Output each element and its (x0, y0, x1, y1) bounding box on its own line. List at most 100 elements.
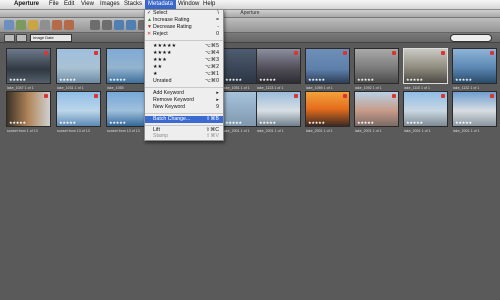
menu-edit[interactable]: Edit (64, 0, 74, 9)
menu-images[interactable]: Images (100, 0, 120, 9)
stack-badge (44, 94, 48, 98)
menu-item-2-stars[interactable]: ★★ ⌥⌘2 (145, 64, 223, 71)
loupe-icon[interactable] (90, 20, 100, 30)
rotate-left-icon[interactable] (52, 20, 62, 30)
thumbnail-selected[interactable]: ★★★★★ lake_1110 1 of 1 (403, 48, 448, 90)
menu-item-unrated[interactable]: Unrated ⌥⌘0 (145, 78, 223, 85)
rating-stars: ★★★★★ (259, 120, 276, 125)
toolbar (0, 18, 500, 33)
menu-item-increase-rating[interactable]: ▲ Increase Rating = (145, 17, 223, 24)
menu-file[interactable]: File (49, 0, 59, 9)
stack-badge (441, 94, 445, 98)
thumbnail-caption: sunset from 13 of 13 (107, 129, 140, 133)
menu-item-remove-keyword[interactable]: Remove Keyword ▸ (145, 97, 223, 104)
thumbnail[interactable]: ★★★★★ lake_1047 1 of 1 (6, 48, 51, 90)
thumbnail[interactable]: ★★★★★ lake_1031 1 of 1 (56, 48, 101, 90)
grid-view-button[interactable] (4, 34, 15, 42)
menu-item-select[interactable]: ✓ Select \ (145, 10, 223, 17)
thumbnail[interactable]: ★★★★★ sunset from 13 of 13 (56, 91, 101, 133)
window-title: Aperture (240, 10, 260, 16)
menu-item-stamp: Stamp ⇧⌘V (153, 133, 219, 139)
menu-item-reject[interactable]: ✕ Reject 0 (145, 31, 223, 38)
rating-stars: ★★★★★ (109, 77, 126, 82)
compare-icon[interactable] (102, 20, 112, 30)
metadata-menu: ✓ Select \ ▲ Increase Rating = ▼ Decreas… (144, 9, 224, 141)
menu-item-5-stars[interactable]: ★★★★★ ⌥⌘5 (145, 43, 223, 50)
thumbnail-caption: lake_1132 1 of 1 (453, 86, 480, 90)
import-icon[interactable] (28, 20, 38, 30)
stack-badge (490, 94, 494, 98)
reject-icon: ✕ (147, 31, 152, 37)
rating-stars: ★★★★★ (357, 120, 374, 125)
menu-window[interactable]: Window (178, 0, 199, 9)
rating-stars: ★★★★★ (455, 77, 472, 82)
up-arrow-icon: ▲ (147, 17, 152, 23)
menu-stacks[interactable]: Stacks (124, 0, 142, 9)
menu-item-batch-change[interactable]: Batch Change... ⇧⌘B (145, 116, 223, 123)
menu-item-1-star[interactable]: ★ ⌥⌘1 (145, 71, 223, 78)
thumbnail-caption: lake_1051 1 of 1 (223, 86, 250, 90)
light-table-icon[interactable] (114, 20, 124, 30)
thumbnail-caption: lake_2001 1 of 1 (257, 129, 284, 133)
new-album-icon[interactable] (16, 20, 26, 30)
thumbnail[interactable]: ★★★★★ lake_2001 1 of 1 (452, 91, 497, 133)
thumbnail-caption: lake_2001 1 of 1 (404, 129, 431, 133)
thumbnail[interactable]: ★★★★★ lake_2001 1 of 1 (305, 91, 350, 133)
thumbnail[interactable]: ★★★★★ lake_2001 1 of 1 (403, 91, 448, 133)
menu-item-decrease-rating[interactable]: ▼ Decrease Rating - (145, 24, 223, 31)
stack-badge (343, 94, 347, 98)
thumbnail-caption: lake_2001 1 of 1 (306, 129, 333, 133)
stack-badge (94, 94, 98, 98)
rating-stars: ★★★★★ (308, 77, 325, 82)
rating-stars: ★★★★★ (225, 77, 242, 82)
thumbnail-caption: lake_1110 1 of 1 (404, 86, 431, 90)
rating-stars: ★★★★★ (59, 120, 76, 125)
menu-view[interactable]: View (81, 0, 94, 9)
stack-badge (490, 51, 494, 55)
submenu-arrow-icon: ▸ (216, 90, 219, 96)
fullscreen-icon[interactable] (126, 20, 136, 30)
stack-badge (392, 94, 396, 98)
thumbnail[interactable]: ★★★★★ lake_2001 1 of 1 (354, 91, 399, 133)
thumbnail-caption: lake_1123 1 of 1 (257, 86, 284, 90)
rating-stars: ★★★★★ (308, 120, 325, 125)
stack-badge (94, 51, 98, 55)
thumbnail[interactable]: ★★★★★ sunset from 1 of 13 (6, 91, 51, 133)
checkmark-icon: ✓ (147, 10, 152, 16)
down-arrow-icon: ▼ (147, 24, 152, 30)
stack-icon[interactable] (40, 20, 50, 30)
menu-separator (145, 113, 223, 114)
thumbnail-caption: lake_1089 1 of 1 (306, 86, 333, 90)
list-view-button[interactable] (16, 34, 27, 42)
sort-select[interactable]: Image Date (30, 34, 72, 42)
menu-aperture[interactable]: Aperture (14, 0, 39, 9)
stack-badge (294, 51, 298, 55)
rating-stars: ★★★★★ (259, 77, 276, 82)
thumbnail[interactable]: ★★★★★ lake_1089 1 of 1 (305, 48, 350, 90)
thumbnail-caption: lake_1047 1 of 1 (7, 86, 34, 90)
rating-stars: ★★★★★ (9, 77, 26, 82)
thumbnail[interactable]: ★★★★★ lake_2001 1 of 1 (256, 91, 301, 133)
menu-metadata[interactable]: Metadata (145, 0, 177, 9)
new-project-icon[interactable] (4, 20, 14, 30)
menu-item-4-stars[interactable]: ★★★★ ⌥⌘4 (145, 50, 223, 57)
stack-badge (44, 51, 48, 55)
thumbnail[interactable]: ★★★★★ lake_1123 1 of 1 (256, 48, 301, 90)
image-grid: ★★★★★ lake_1047 1 of 1 ★★★★★ lake_1031 1 o… (0, 43, 500, 300)
search-input[interactable] (450, 34, 492, 42)
thumbnail[interactable]: ★★★★★ lake_1092 1 of 1 (354, 48, 399, 90)
rating-stars: ★★★★★ (406, 77, 423, 82)
rotate-right-icon[interactable] (64, 20, 74, 30)
menu-item-3-stars[interactable]: ★★★ ⌥⌘3 (145, 57, 223, 64)
menu-item-add-keyword[interactable]: Add Keyword ▸ (145, 90, 223, 97)
thumbnail-caption: lake_2001 1 of 1 (453, 129, 480, 133)
stack-badge (441, 51, 445, 55)
menu-help[interactable]: Help (203, 0, 215, 9)
rating-stars: ★★★★★ (59, 77, 76, 82)
thumbnail[interactable]: ★★★★★ lake_1132 1 of 1 (452, 48, 497, 90)
rating-stars: ★★★★★ (455, 120, 472, 125)
thumbnail-caption: lake_1092 1 of 1 (355, 86, 382, 90)
menu-item-new-keyword[interactable]: New Keyword 9 (145, 104, 223, 111)
stack-badge (343, 51, 347, 55)
menu-bar: Aperture File Edit View Images Stacks Me… (0, 0, 500, 10)
